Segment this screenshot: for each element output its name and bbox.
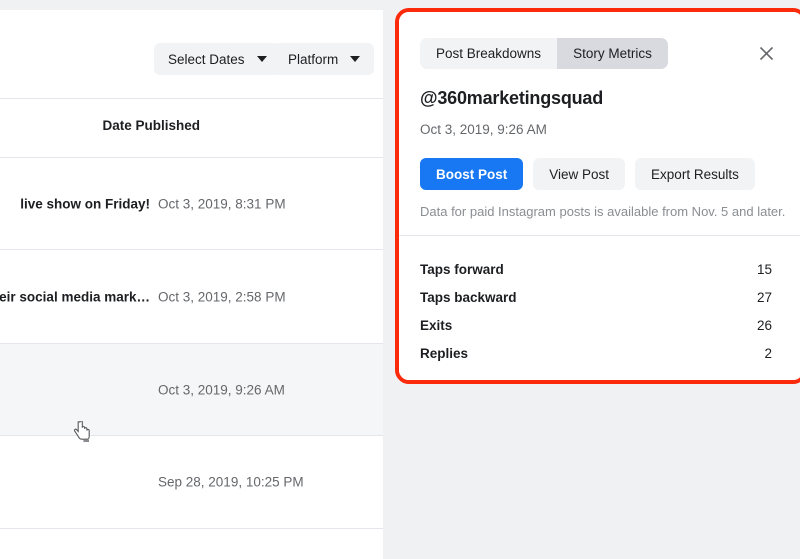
- table-row[interactable]: n their social media mark… Oct 3, 2019, …: [0, 250, 383, 343]
- pointing-hand-cursor: [74, 421, 92, 443]
- table-row[interactable]: live show on Friday! Oct 3, 2019, 8:31 P…: [0, 158, 383, 249]
- metric-row: Taps forward 15: [420, 255, 772, 283]
- panel-tab-group: Post Breakdowns Story Metrics: [420, 38, 668, 69]
- metric-label: Taps backward: [420, 290, 517, 305]
- story-metrics-panel: Post Breakdowns Story Metrics @360market…: [399, 12, 800, 380]
- metric-row: Taps backward 27: [420, 283, 772, 311]
- metric-value: 27: [757, 290, 772, 305]
- platform-dropdown[interactable]: Platform: [274, 43, 374, 75]
- select-dates-label: Select Dates: [168, 52, 245, 67]
- metric-row: Replies 2: [420, 339, 772, 367]
- close-icon[interactable]: [752, 39, 780, 67]
- row-title: n their social media mark…: [0, 289, 150, 304]
- paid-data-note: Data for paid Instagram posts is availab…: [420, 204, 785, 219]
- post-timestamp: Oct 3, 2019, 9:26 AM: [420, 122, 547, 137]
- filter-toolbar: Select Dates Platform: [0, 10, 383, 98]
- action-button-group: Boost Post View Post Export Results: [420, 158, 755, 190]
- table-row-selected[interactable]: Oct 3, 2019, 9:26 AM: [0, 344, 383, 435]
- story-metrics-highlight-box: Post Breakdowns Story Metrics @360market…: [395, 8, 800, 384]
- table-header-row: Date Published: [0, 99, 383, 157]
- table-row[interactable]: [0, 529, 383, 559]
- platform-label: Platform: [288, 52, 338, 67]
- row-title: live show on Friday!: [20, 196, 150, 211]
- metric-label: Replies: [420, 346, 468, 361]
- metric-value: 2: [764, 346, 772, 361]
- metric-row: Exits 26: [420, 311, 772, 339]
- select-dates-dropdown[interactable]: Select Dates: [154, 43, 281, 75]
- tab-story-metrics[interactable]: Story Metrics: [557, 38, 668, 69]
- column-header-date-published: Date Published: [102, 118, 200, 133]
- metrics-divider: [399, 235, 800, 236]
- chevron-down-icon: [257, 56, 267, 62]
- metric-value: 15: [757, 262, 772, 277]
- metric-label: Exits: [420, 318, 452, 333]
- account-handle: @360marketingsquad: [420, 88, 603, 109]
- app-screen: Select Dates Platform Date Published liv…: [0, 0, 800, 559]
- export-results-button[interactable]: Export Results: [635, 158, 755, 190]
- story-metrics-list: Taps forward 15 Taps backward 27 Exits 2…: [420, 255, 772, 367]
- posts-table-card: Select Dates Platform Date Published liv…: [0, 10, 383, 559]
- metric-label: Taps forward: [420, 262, 504, 277]
- view-post-button[interactable]: View Post: [533, 158, 625, 190]
- chevron-down-icon: [350, 56, 360, 62]
- row-date: Sep 28, 2019, 10:25 PM: [158, 475, 304, 490]
- boost-post-button[interactable]: Boost Post: [420, 158, 523, 190]
- table-row[interactable]: Sep 28, 2019, 10:25 PM: [0, 436, 383, 528]
- row-date: Oct 3, 2019, 9:26 AM: [158, 382, 285, 397]
- tab-post-breakdowns[interactable]: Post Breakdowns: [420, 38, 557, 69]
- metric-value: 26: [757, 318, 772, 333]
- row-date: Oct 3, 2019, 8:31 PM: [158, 196, 286, 211]
- row-date: Oct 3, 2019, 2:58 PM: [158, 289, 286, 304]
